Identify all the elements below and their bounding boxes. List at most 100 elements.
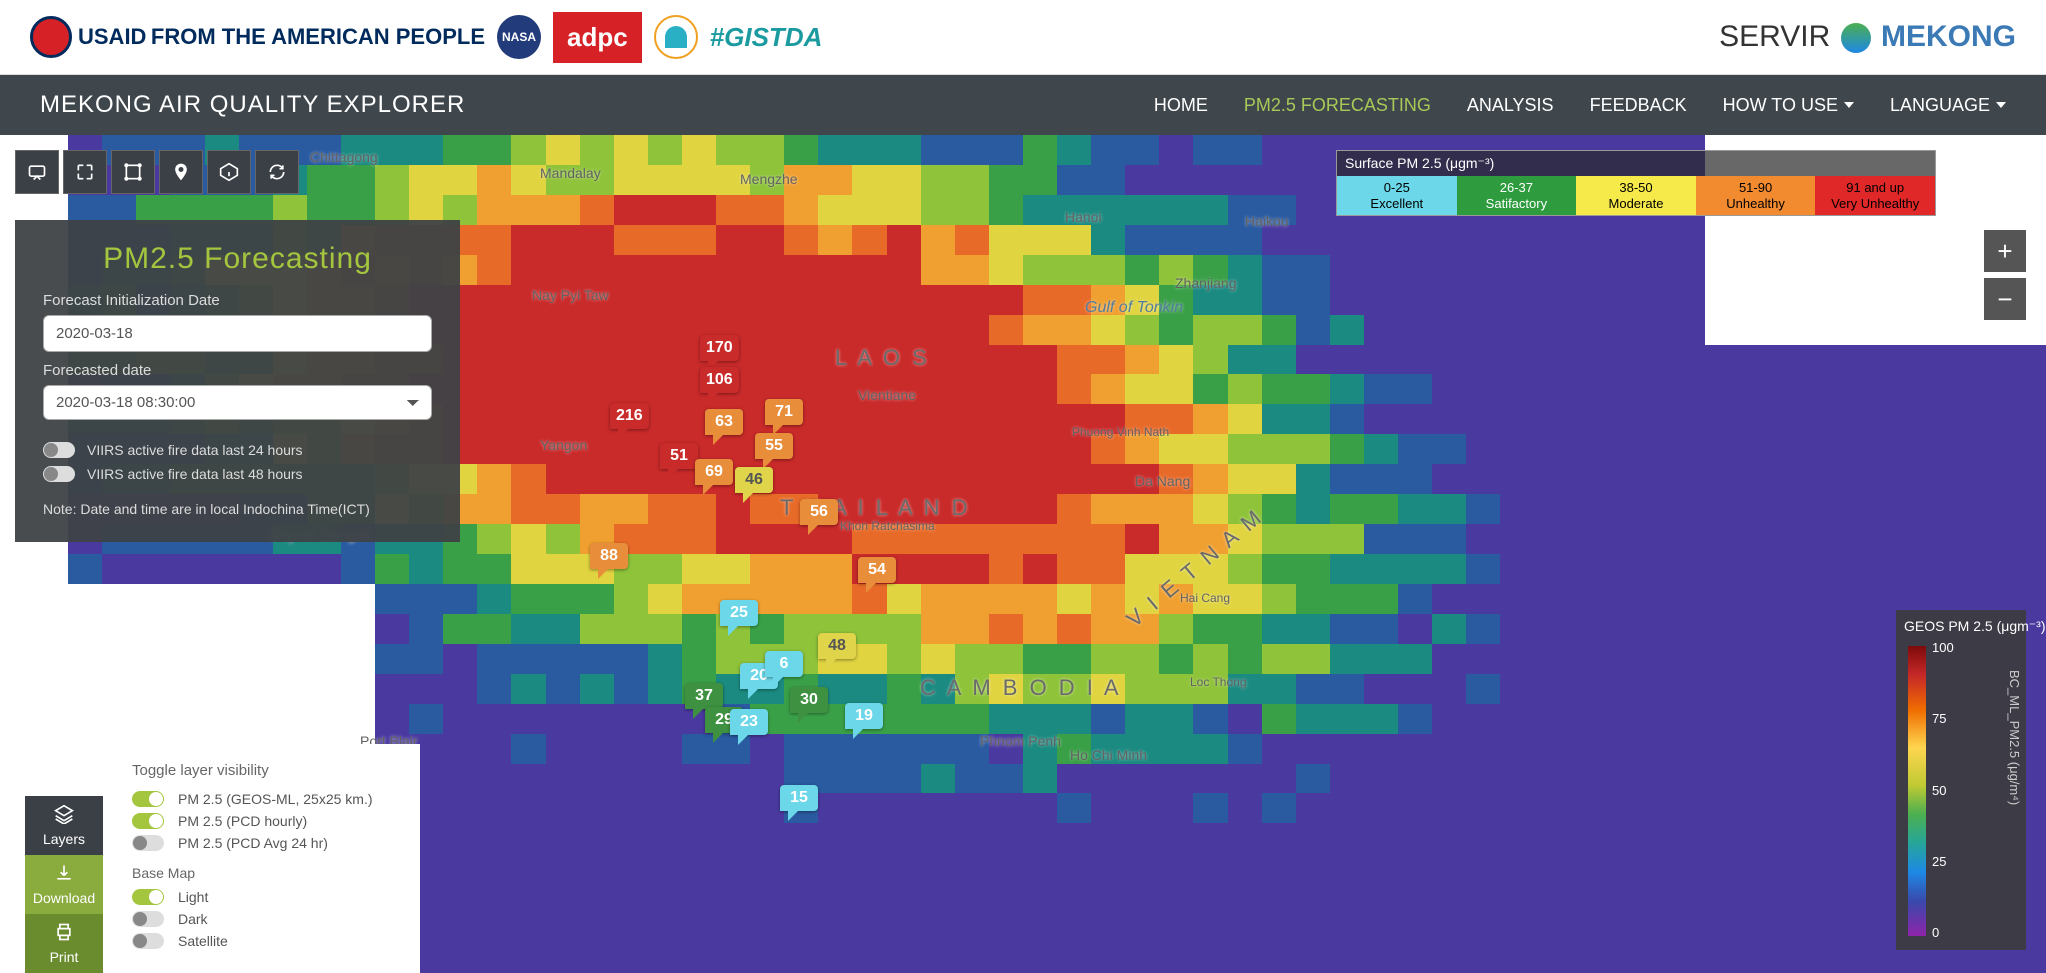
- zoom-in-button[interactable]: +: [1984, 230, 2026, 272]
- colorbar: GEOS PM 2.5 (μgm⁻³) 1007550250 BC_ML_PM2…: [1896, 610, 2026, 950]
- nav-howto[interactable]: HOW TO USE: [1723, 95, 1854, 116]
- station-marker[interactable]: 15: [780, 785, 818, 811]
- layers-tab[interactable]: Layers: [25, 796, 103, 855]
- nav-howto-label: HOW TO USE: [1723, 95, 1838, 116]
- label-vientiane: Vientiane: [858, 387, 916, 403]
- gistda-logo: #GISTDA: [710, 22, 823, 53]
- colorbar-tick: 0: [1932, 925, 1954, 940]
- logo-bar: USAID FROM THE AMERICAN PEOPLE NASA adpc…: [0, 0, 2046, 75]
- caret-down-icon: [1996, 102, 2006, 108]
- toggle-pm25-pcd-24h[interactable]: [132, 835, 164, 851]
- station-marker[interactable]: 30: [790, 687, 828, 713]
- servir-logo: SERVIR MEKONG: [1719, 20, 2016, 54]
- zoom-controls: + −: [1984, 230, 2026, 326]
- aqi-legend-cell: 38-50Moderate: [1576, 176, 1696, 215]
- viirs-48h-label: VIIRS active fire data last 48 hours: [87, 466, 303, 482]
- station-marker[interactable]: 25: [720, 600, 758, 626]
- station-marker[interactable]: 6: [765, 651, 803, 677]
- label-naypyitaw: Nay Pyi Taw: [532, 287, 609, 303]
- globe-icon: [1841, 23, 1871, 53]
- aqi-legend-cell: 91 and upVery Unhealthy: [1815, 176, 1935, 215]
- toggle-pm25-geos[interactable]: [132, 791, 164, 807]
- colorbar-ticks: 100 75 50 25 0: [1932, 640, 1954, 940]
- thai-gov-logo: [654, 12, 698, 62]
- station-marker[interactable]: 216: [610, 403, 649, 429]
- label-yangon: Yangon: [540, 437, 587, 453]
- label-laos: L A O S: [835, 345, 930, 371]
- nav-feedback[interactable]: FEEDBACK: [1590, 95, 1687, 116]
- nav-forecasting[interactable]: PM2.5 FORECASTING: [1244, 95, 1431, 116]
- station-marker[interactable]: 88: [590, 543, 628, 569]
- label-phnompenh: Phnom Penh: [980, 733, 1061, 749]
- aqi-legend-title: Surface PM 2.5 (μgm⁻³): [1337, 151, 1935, 176]
- extent-tool-button[interactable]: [111, 150, 155, 194]
- pm25-geos-label: PM 2.5 (GEOS-ML, 25x25 km.): [178, 791, 373, 807]
- colorbar-gradient: [1908, 646, 1926, 936]
- usaid-logo: USAID FROM THE AMERICAN PEOPLE: [30, 12, 485, 62]
- pm25-pcd-24h-label: PM 2.5 (PCD Avg 24 hr): [178, 835, 328, 851]
- station-marker[interactable]: 23: [730, 709, 768, 735]
- station-marker[interactable]: 54: [858, 557, 896, 583]
- map-toolbar: [15, 150, 299, 194]
- locate-tool-button[interactable]: [159, 150, 203, 194]
- usaid-text: USAID: [78, 24, 146, 49]
- station-marker[interactable]: 46: [735, 467, 773, 493]
- toggle-basemap-dark[interactable]: [132, 911, 164, 927]
- forecasted-date-select[interactable]: 2020-03-18 08:30:00: [43, 385, 432, 420]
- station-marker[interactable]: 48: [818, 633, 856, 659]
- print-label: Print: [50, 949, 79, 965]
- label-hcmc: Ho Chi Minh: [1070, 747, 1147, 763]
- label-chittagong: Chittagong: [310, 149, 378, 165]
- label-phuongvinh: Phuong Vinh Nath: [1072, 425, 1169, 439]
- station-marker[interactable]: 51: [660, 443, 698, 469]
- colorbar-tick: 50: [1932, 783, 1954, 798]
- init-date-label: Forecast Initialization Date: [43, 292, 432, 309]
- pm25-pcd-hourly-label: PM 2.5 (PCD hourly): [178, 813, 307, 829]
- station-marker[interactable]: 106: [700, 367, 739, 393]
- station-marker[interactable]: 170: [700, 335, 739, 361]
- zoom-out-button[interactable]: −: [1984, 278, 2026, 320]
- toggle-pm25-pcd-hourly[interactable]: [132, 813, 164, 829]
- nasa-logo: NASA: [497, 15, 541, 59]
- colorbar-tick: 100: [1932, 640, 1954, 655]
- label-haicang: Hai Cang: [1180, 591, 1230, 605]
- nav-analysis[interactable]: ANALYSIS: [1467, 95, 1554, 116]
- station-marker[interactable]: 37: [685, 683, 723, 709]
- fullscreen-tool-button[interactable]: [63, 150, 107, 194]
- colorbar-sidelabel: BC_ML_PM2.5 (μg/m⁴): [2007, 670, 2022, 805]
- colorbar-tick: 75: [1932, 711, 1954, 726]
- servir-text: SERVIR: [1719, 20, 1830, 53]
- toggle-basemap-light[interactable]: [132, 889, 164, 905]
- download-label: Download: [33, 890, 95, 906]
- forecast-panel: PM2.5 Forecasting Forecast Initializatio…: [15, 220, 460, 542]
- usaid-subtext: FROM THE AMERICAN PEOPLE: [151, 24, 485, 49]
- download-tab[interactable]: Download: [25, 855, 103, 914]
- refresh-tool-button[interactable]: [255, 150, 299, 194]
- print-tab[interactable]: Print: [25, 914, 103, 973]
- aqi-legend: Surface PM 2.5 (μgm⁻³) 0-25Excellent26-3…: [1336, 150, 1936, 216]
- chat-tool-button[interactable]: [15, 150, 59, 194]
- label-haikou: Haikou: [1245, 213, 1289, 229]
- aqi-legend-cell: 0-25Excellent: [1337, 176, 1457, 215]
- nav-language[interactable]: LANGUAGE: [1890, 95, 2006, 116]
- toggle-viirs-48h[interactable]: [43, 466, 75, 482]
- colorbar-tick: 25: [1932, 854, 1954, 869]
- basemap-header: Base Map: [132, 865, 398, 881]
- partner-logos: USAID FROM THE AMERICAN PEOPLE NASA adpc…: [30, 12, 822, 63]
- station-marker[interactable]: 69: [695, 459, 733, 485]
- info-tool-button[interactable]: [207, 150, 251, 194]
- label-danang: Da Nang: [1135, 473, 1190, 489]
- label-zhanjiang: Zhanjiang: [1175, 275, 1237, 291]
- toggle-viirs-24h[interactable]: [43, 442, 75, 458]
- aqi-legend-cell: 26-37Satifactory: [1457, 176, 1577, 215]
- nav-home[interactable]: HOME: [1154, 95, 1208, 116]
- nav-links: HOME PM2.5 FORECASTING ANALYSIS FEEDBACK…: [1154, 95, 2006, 116]
- station-marker[interactable]: 56: [800, 499, 838, 525]
- init-date-input[interactable]: [43, 315, 432, 352]
- station-marker[interactable]: 63: [705, 409, 743, 435]
- station-marker[interactable]: 55: [755, 433, 793, 459]
- station-marker[interactable]: 19: [845, 703, 883, 729]
- station-marker[interactable]: 71: [765, 399, 803, 425]
- print-icon: [29, 922, 99, 947]
- toggle-basemap-satellite[interactable]: [132, 933, 164, 949]
